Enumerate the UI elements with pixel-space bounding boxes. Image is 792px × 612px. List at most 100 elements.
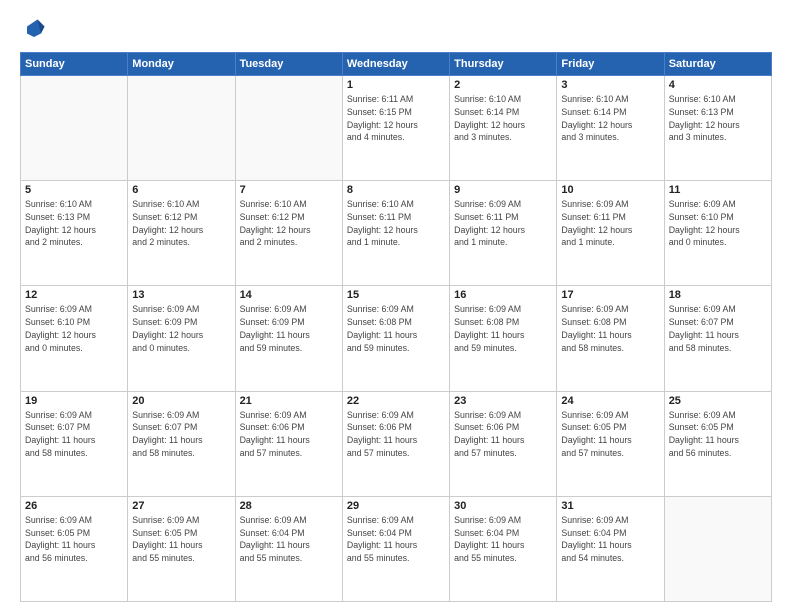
calendar-cell: 7 Sunrise: 6:10 AM Sunset: 6:12 PM Daylig… bbox=[235, 181, 342, 286]
day-number: 29 bbox=[347, 500, 445, 512]
day-info: Sunrise: 6:09 AM Sunset: 6:07 PM Dayligh… bbox=[132, 409, 230, 460]
day-info: Sunrise: 6:09 AM Sunset: 6:11 PM Dayligh… bbox=[454, 198, 552, 249]
day-info: Sunrise: 6:09 AM Sunset: 6:08 PM Dayligh… bbox=[347, 303, 445, 354]
day-info: Sunrise: 6:10 AM Sunset: 6:13 PM Dayligh… bbox=[669, 93, 767, 144]
day-info: Sunrise: 6:09 AM Sunset: 6:09 PM Dayligh… bbox=[240, 303, 338, 354]
weekday-header-saturday: Saturday bbox=[664, 53, 771, 76]
day-info: Sunrise: 6:09 AM Sunset: 6:06 PM Dayligh… bbox=[240, 409, 338, 460]
day-number: 22 bbox=[347, 395, 445, 407]
weekday-header-friday: Friday bbox=[557, 53, 664, 76]
calendar-cell: 15Sunrise: 6:09 AM Sunset: 6:08 PM Dayli… bbox=[342, 286, 449, 391]
logo-icon bbox=[20, 16, 48, 44]
calendar-cell: 6 Sunrise: 6:10 AM Sunset: 6:12 PM Daylig… bbox=[128, 181, 235, 286]
calendar-week-1: 5Sunrise: 6:10 AM Sunset: 6:13 PM Daylig… bbox=[21, 181, 772, 286]
day-number: 25 bbox=[669, 395, 767, 407]
calendar-week-0: 1 Sunrise: 6:11 AM Sunset: 6:15 PM Daylig… bbox=[21, 76, 772, 181]
day-info: Sunrise: 6:09 AM Sunset: 6:10 PM Dayligh… bbox=[669, 198, 767, 249]
day-info: Sunrise: 6:10 AM Sunset: 6:14 PM Dayligh… bbox=[561, 93, 659, 144]
calendar-cell: 9 Sunrise: 6:09 AM Sunset: 6:11 PM Daylig… bbox=[450, 181, 557, 286]
calendar-cell: 20 Sunrise: 6:09 AM Sunset: 6:07 PM Dayli… bbox=[128, 391, 235, 496]
day-number: 6 bbox=[132, 184, 230, 196]
day-number: 11 bbox=[669, 184, 767, 196]
day-info: Sunrise: 6:09 AM Sunset: 6:05 PM Dayligh… bbox=[561, 409, 659, 460]
day-number: 10 bbox=[561, 184, 659, 196]
calendar-cell: 25 Sunrise: 6:09 AM Sunset: 6:05 PM Dayli… bbox=[664, 391, 771, 496]
day-info: Sunrise: 6:09 AM Sunset: 6:04 PM Dayligh… bbox=[454, 514, 552, 565]
calendar-cell: 31 Sunrise: 6:09 AM Sunset: 6:04 PM Dayli… bbox=[557, 496, 664, 601]
day-info: Sunrise: 6:09 AM Sunset: 6:05 PM Dayligh… bbox=[669, 409, 767, 460]
weekday-header-wednesday: Wednesday bbox=[342, 53, 449, 76]
calendar-cell: 22Sunrise: 6:09 AM Sunset: 6:06 PM Dayli… bbox=[342, 391, 449, 496]
calendar-cell: 2Sunrise: 6:10 AM Sunset: 6:14 PM Daylig… bbox=[450, 76, 557, 181]
day-number: 19 bbox=[25, 395, 123, 407]
day-number: 31 bbox=[561, 500, 659, 512]
day-number: 4 bbox=[669, 79, 767, 91]
day-number: 7 bbox=[240, 184, 338, 196]
day-info: Sunrise: 6:11 AM Sunset: 6:15 PM Dayligh… bbox=[347, 93, 445, 144]
day-number: 17 bbox=[561, 289, 659, 301]
header bbox=[20, 16, 772, 44]
day-number: 9 bbox=[454, 184, 552, 196]
calendar-cell: 27 Sunrise: 6:09 AM Sunset: 6:05 PM Dayli… bbox=[128, 496, 235, 601]
day-info: Sunrise: 6:09 AM Sunset: 6:08 PM Dayligh… bbox=[454, 303, 552, 354]
calendar-cell: 26Sunrise: 6:09 AM Sunset: 6:05 PM Dayli… bbox=[21, 496, 128, 601]
day-number: 24 bbox=[561, 395, 659, 407]
logo bbox=[20, 16, 52, 44]
day-number: 5 bbox=[25, 184, 123, 196]
weekday-header-monday: Monday bbox=[128, 53, 235, 76]
calendar-cell: 19 Sunrise: 6:09 AM Sunset: 6:07 PM Dayli… bbox=[21, 391, 128, 496]
calendar-table: SundayMondayTuesdayWednesdayThursdayFrid… bbox=[20, 52, 772, 602]
weekday-header-thursday: Thursday bbox=[450, 53, 557, 76]
calendar-cell: 17 Sunrise: 6:09 AM Sunset: 6:08 PM Dayli… bbox=[557, 286, 664, 391]
calendar-cell: 30 Sunrise: 6:09 AM Sunset: 6:04 PM Dayli… bbox=[450, 496, 557, 601]
day-number: 28 bbox=[240, 500, 338, 512]
day-number: 23 bbox=[454, 395, 552, 407]
day-info: Sunrise: 6:09 AM Sunset: 6:07 PM Dayligh… bbox=[25, 409, 123, 460]
day-number: 20 bbox=[132, 395, 230, 407]
day-number: 8 bbox=[347, 184, 445, 196]
day-number: 27 bbox=[132, 500, 230, 512]
day-number: 1 bbox=[347, 79, 445, 91]
calendar-cell: 10 Sunrise: 6:09 AM Sunset: 6:11 PM Dayli… bbox=[557, 181, 664, 286]
day-info: Sunrise: 6:09 AM Sunset: 6:06 PM Dayligh… bbox=[454, 409, 552, 460]
calendar-cell: 16 Sunrise: 6:09 AM Sunset: 6:08 PM Dayli… bbox=[450, 286, 557, 391]
calendar-cell: 21 Sunrise: 6:09 AM Sunset: 6:06 PM Dayli… bbox=[235, 391, 342, 496]
day-info: Sunrise: 6:10 AM Sunset: 6:12 PM Dayligh… bbox=[240, 198, 338, 249]
calendar-cell: 18 Sunrise: 6:09 AM Sunset: 6:07 PM Dayli… bbox=[664, 286, 771, 391]
calendar-body: 1 Sunrise: 6:11 AM Sunset: 6:15 PM Daylig… bbox=[21, 76, 772, 602]
day-info: Sunrise: 6:09 AM Sunset: 6:04 PM Dayligh… bbox=[347, 514, 445, 565]
day-info: Sunrise: 6:09 AM Sunset: 6:07 PM Dayligh… bbox=[669, 303, 767, 354]
day-number: 16 bbox=[454, 289, 552, 301]
day-info: Sunrise: 6:09 AM Sunset: 6:08 PM Dayligh… bbox=[561, 303, 659, 354]
day-info: Sunrise: 6:10 AM Sunset: 6:12 PM Dayligh… bbox=[132, 198, 230, 249]
day-info: Sunrise: 6:09 AM Sunset: 6:04 PM Dayligh… bbox=[561, 514, 659, 565]
calendar-cell: 14 Sunrise: 6:09 AM Sunset: 6:09 PM Dayli… bbox=[235, 286, 342, 391]
calendar-cell: 13 Sunrise: 6:09 AM Sunset: 6:09 PM Dayli… bbox=[128, 286, 235, 391]
day-number: 14 bbox=[240, 289, 338, 301]
day-number: 30 bbox=[454, 500, 552, 512]
calendar-cell: 11 Sunrise: 6:09 AM Sunset: 6:10 PM Dayli… bbox=[664, 181, 771, 286]
weekday-header-tuesday: Tuesday bbox=[235, 53, 342, 76]
day-number: 21 bbox=[240, 395, 338, 407]
day-number: 13 bbox=[132, 289, 230, 301]
calendar-week-3: 19 Sunrise: 6:09 AM Sunset: 6:07 PM Dayli… bbox=[21, 391, 772, 496]
day-number: 2 bbox=[454, 79, 552, 91]
day-info: Sunrise: 6:09 AM Sunset: 6:04 PM Dayligh… bbox=[240, 514, 338, 565]
page: SundayMondayTuesdayWednesdayThursdayFrid… bbox=[0, 0, 792, 612]
calendar-week-4: 26Sunrise: 6:09 AM Sunset: 6:05 PM Dayli… bbox=[21, 496, 772, 601]
calendar-cell bbox=[128, 76, 235, 181]
weekday-header-sunday: Sunday bbox=[21, 53, 128, 76]
calendar-cell: 4 Sunrise: 6:10 AM Sunset: 6:13 PM Daylig… bbox=[664, 76, 771, 181]
day-number: 18 bbox=[669, 289, 767, 301]
calendar-header: SundayMondayTuesdayWednesdayThursdayFrid… bbox=[21, 53, 772, 76]
day-number: 3 bbox=[561, 79, 659, 91]
calendar-cell: 28 Sunrise: 6:09 AM Sunset: 6:04 PM Dayli… bbox=[235, 496, 342, 601]
calendar-week-2: 12Sunrise: 6:09 AM Sunset: 6:10 PM Dayli… bbox=[21, 286, 772, 391]
calendar-cell bbox=[235, 76, 342, 181]
calendar-cell: 12Sunrise: 6:09 AM Sunset: 6:10 PM Dayli… bbox=[21, 286, 128, 391]
calendar-cell: 8 Sunrise: 6:10 AM Sunset: 6:11 PM Daylig… bbox=[342, 181, 449, 286]
day-info: Sunrise: 6:09 AM Sunset: 6:11 PM Dayligh… bbox=[561, 198, 659, 249]
day-info: Sunrise: 6:10 AM Sunset: 6:11 PM Dayligh… bbox=[347, 198, 445, 249]
day-info: Sunrise: 6:09 AM Sunset: 6:05 PM Dayligh… bbox=[132, 514, 230, 565]
day-info: Sunrise: 6:09 AM Sunset: 6:09 PM Dayligh… bbox=[132, 303, 230, 354]
